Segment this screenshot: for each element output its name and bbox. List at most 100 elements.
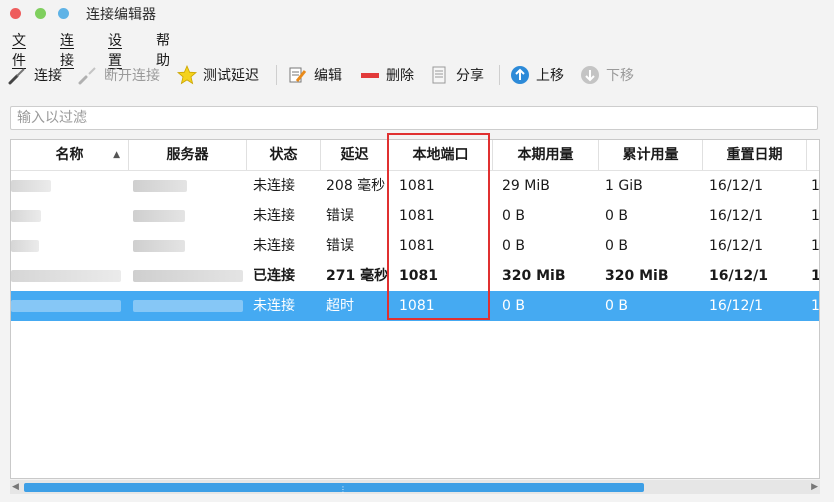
redacted-name — [11, 210, 41, 222]
move-up-button[interactable]: 上移 — [510, 60, 564, 90]
filter-box — [10, 106, 818, 130]
cell-status: 未连接 — [253, 238, 295, 254]
cell-extra: 1 — [811, 268, 820, 284]
cell-total-usage: 0 B — [605, 238, 628, 254]
redacted-name — [11, 240, 39, 252]
cell-latency: 错误 — [326, 238, 354, 254]
down-arrow-icon — [580, 65, 600, 85]
cell-reset-date: 16/12/1 — [709, 238, 763, 254]
move-down-button[interactable]: 下移 — [580, 60, 634, 90]
redacted-name — [11, 180, 51, 192]
scroll-left-icon[interactable]: ◀ — [12, 480, 19, 494]
connect-button[interactable]: 连接 — [8, 60, 62, 90]
cell-latency: 超时 — [326, 298, 354, 314]
cell-status: 未连接 — [253, 208, 295, 224]
disconnect-icon — [78, 65, 98, 85]
disconnect-button[interactable]: 断开连接 — [78, 60, 160, 90]
column-header-status[interactable]: 状态 — [247, 140, 321, 170]
window-title: 连接编辑器 — [86, 7, 156, 23]
cell-port: 1081 — [399, 268, 438, 284]
cell-extra: 1 — [811, 298, 820, 314]
toolbar-separator — [499, 65, 500, 85]
cell-total-usage: 0 B — [605, 298, 628, 314]
disconnect-label: 断开连接 — [104, 68, 160, 84]
table-row[interactable]: 未连接 错误 1081 0 B 0 B 16/12/1 1 — [11, 201, 819, 231]
redacted-name — [11, 300, 121, 312]
filter-input[interactable] — [11, 107, 817, 129]
cell-period-usage: 0 B — [502, 238, 525, 254]
share-button[interactable]: 分享 — [430, 60, 484, 90]
scrollbar-thumb[interactable]: ⋮ — [24, 483, 644, 494]
column-header-latency[interactable]: 延迟 — [321, 140, 389, 170]
horizontal-scrollbar[interactable]: ◀ ⋮ ▶ — [10, 480, 820, 494]
delete-button[interactable]: 删除 — [360, 60, 414, 90]
star-icon — [177, 65, 197, 85]
cell-period-usage: 320 MiB — [502, 268, 566, 284]
redacted-server — [133, 180, 187, 192]
scroll-right-icon[interactable]: ▶ — [811, 480, 818, 494]
cell-total-usage: 1 GiB — [605, 178, 643, 194]
cell-reset-date: 16/12/1 — [709, 298, 763, 314]
test-latency-label: 测试延迟 — [203, 68, 259, 84]
cell-port: 1081 — [399, 238, 435, 254]
up-arrow-icon — [510, 65, 530, 85]
redacted-server — [133, 240, 185, 252]
title-bar: 连接编辑器 — [0, 0, 834, 26]
close-window-button[interactable] — [10, 8, 21, 19]
sort-ascending-icon: ▲ — [113, 150, 120, 160]
connect-icon — [8, 65, 28, 85]
test-latency-button[interactable]: 测试延迟 — [177, 60, 259, 90]
cell-latency: 错误 — [326, 208, 354, 224]
cell-period-usage: 29 MiB — [502, 178, 550, 194]
cell-period-usage: 0 B — [502, 298, 525, 314]
column-header-extra[interactable] — [807, 140, 819, 170]
cell-latency: 208 毫秒 — [326, 178, 386, 194]
toolbar: 连接 断开连接 测试延迟 编辑 删除 分享 上移 下移 — [0, 60, 834, 90]
delete-icon — [360, 65, 380, 85]
grip-icon: ⋮ — [339, 485, 347, 494]
move-down-label: 下移 — [606, 68, 634, 84]
table-row[interactable]: 未连接 错误 1081 0 B 0 B 16/12/1 1 — [11, 231, 819, 261]
cell-status: 未连接 — [253, 178, 295, 194]
cell-total-usage: 320 MiB — [605, 268, 669, 284]
column-header-local-port[interactable]: 本地端口 — [389, 140, 493, 170]
redacted-server — [133, 300, 243, 312]
cell-total-usage: 0 B — [605, 208, 628, 224]
redacted-server — [133, 210, 185, 222]
column-header-total-usage[interactable]: 累计用量 — [599, 140, 703, 170]
cell-status: 已连接 — [253, 268, 295, 284]
table-row[interactable]: 已连接 271 毫秒 1081 320 MiB 320 MiB 16/12/1 … — [11, 261, 819, 291]
minimize-window-button[interactable] — [35, 8, 46, 19]
cell-extra: 1 — [811, 238, 820, 254]
cell-period-usage: 0 B — [502, 208, 525, 224]
column-header-server[interactable]: 服务器 — [129, 140, 247, 170]
table-header: 名称 ▲ 服务器 状态 延迟 本地端口 本期用量 累计用量 重置日期 — [11, 140, 819, 171]
cell-extra: 1 — [811, 178, 820, 194]
redacted-server — [133, 270, 243, 282]
connect-label: 连接 — [34, 68, 62, 84]
toolbar-separator — [276, 65, 277, 85]
edit-label: 编辑 — [314, 68, 342, 84]
column-header-name[interactable]: 名称 ▲ — [11, 140, 129, 170]
column-header-reset-date[interactable]: 重置日期 — [703, 140, 807, 170]
share-icon — [430, 65, 450, 85]
table-row[interactable]: 未连接 208 毫秒 1081 29 MiB 1 GiB 16/12/1 1 — [11, 171, 819, 201]
table-row[interactable]: 未连接 超时 1081 0 B 0 B 16/12/1 1 — [11, 291, 819, 321]
cell-extra: 1 — [811, 208, 820, 224]
cell-latency: 271 毫秒 — [326, 268, 389, 284]
column-header-period-usage[interactable]: 本期用量 — [493, 140, 599, 170]
cell-reset-date: 16/12/1 — [709, 208, 763, 224]
cell-reset-date: 16/12/1 — [709, 268, 768, 284]
cell-port: 1081 — [399, 178, 435, 194]
delete-label: 删除 — [386, 68, 414, 84]
share-label: 分享 — [456, 68, 484, 84]
edit-button[interactable]: 编辑 — [288, 60, 342, 90]
cell-reset-date: 16/12/1 — [709, 178, 763, 194]
redacted-name — [11, 270, 121, 282]
move-up-label: 上移 — [536, 68, 564, 84]
maximize-window-button[interactable] — [58, 8, 69, 19]
cell-port: 1081 — [399, 208, 435, 224]
edit-icon — [288, 65, 308, 85]
cell-port: 1081 — [399, 298, 435, 314]
cell-status: 未连接 — [253, 298, 295, 314]
